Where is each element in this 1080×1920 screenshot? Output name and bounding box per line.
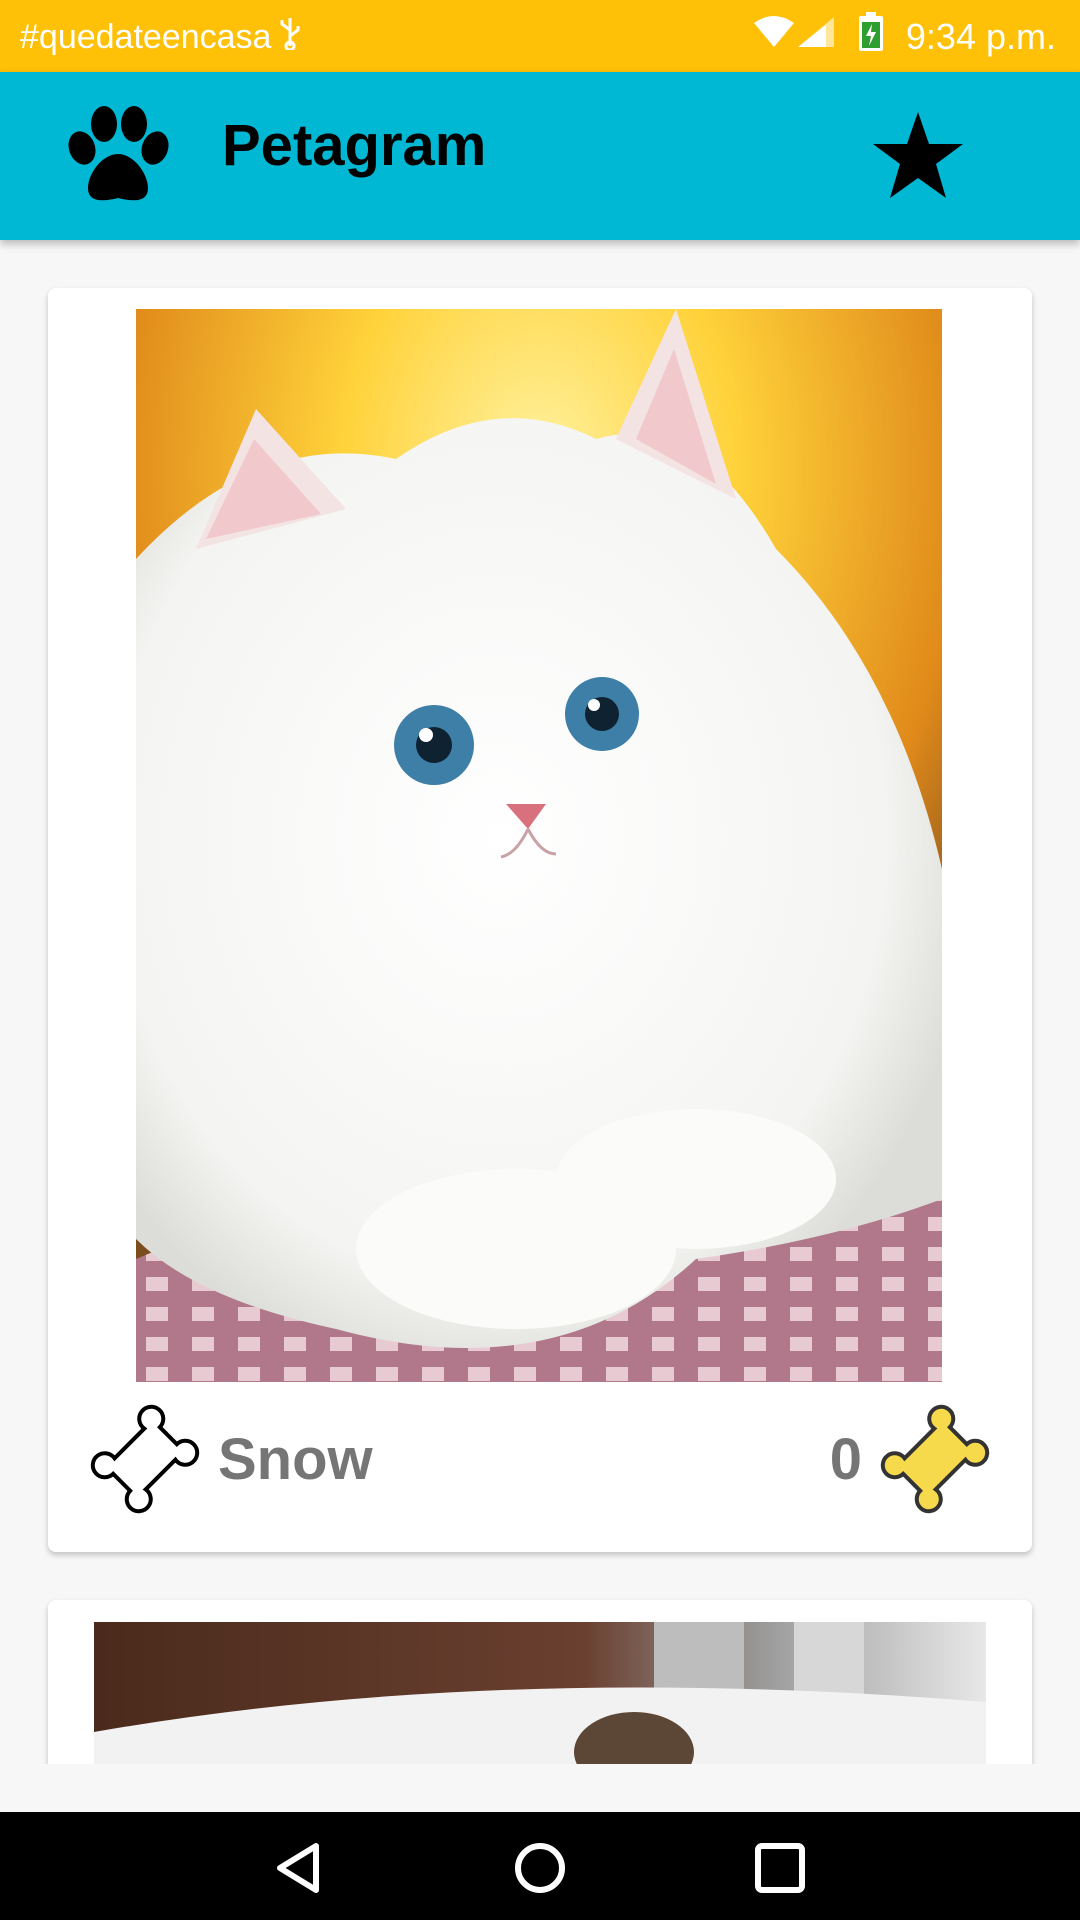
status-time: 9:34 p.m. — [905, 15, 1056, 57]
usb-icon — [279, 16, 301, 59]
pet-photo — [94, 1622, 986, 1764]
bone-outline-icon — [90, 1404, 200, 1514]
signal-icon — [796, 15, 836, 58]
favorites-star-button[interactable] — [868, 106, 968, 206]
status-bar: #quedateencasa 9:34 p.m. — [0, 0, 1080, 72]
recents-button[interactable] — [748, 1836, 812, 1900]
back-button[interactable] — [268, 1836, 332, 1900]
like-count: 0 — [829, 1427, 862, 1492]
star-icon — [873, 112, 963, 198]
battery-charging-icon — [858, 12, 884, 61]
back-icon — [277, 1843, 319, 1893]
pet-name: Snow — [218, 1427, 373, 1492]
status-right: 9:34 p.m. — [752, 12, 1056, 61]
system-nav-bar — [0, 1812, 1080, 1920]
recents-icon — [755, 1843, 805, 1893]
like-bone-button[interactable] — [90, 1404, 200, 1514]
app-title: Petagram — [222, 113, 487, 178]
pet-feed[interactable]: Snow 0 — [0, 240, 1080, 1764]
status-left: #quedateencasa — [20, 16, 301, 59]
pet-card — [48, 1600, 1032, 1764]
paw-icon — [62, 102, 174, 206]
app-bar: Petagram — [0, 72, 1080, 240]
pet-card: Snow 0 — [48, 288, 1032, 1552]
bone-filled-icon — [880, 1404, 990, 1514]
pet-card-footer: Snow 0 — [48, 1382, 1032, 1552]
notification-text: #quedateencasa — [20, 18, 272, 56]
wifi-icon — [752, 15, 796, 58]
home-icon — [515, 1843, 565, 1893]
pet-photo — [136, 309, 942, 1382]
home-button[interactable] — [508, 1836, 572, 1900]
